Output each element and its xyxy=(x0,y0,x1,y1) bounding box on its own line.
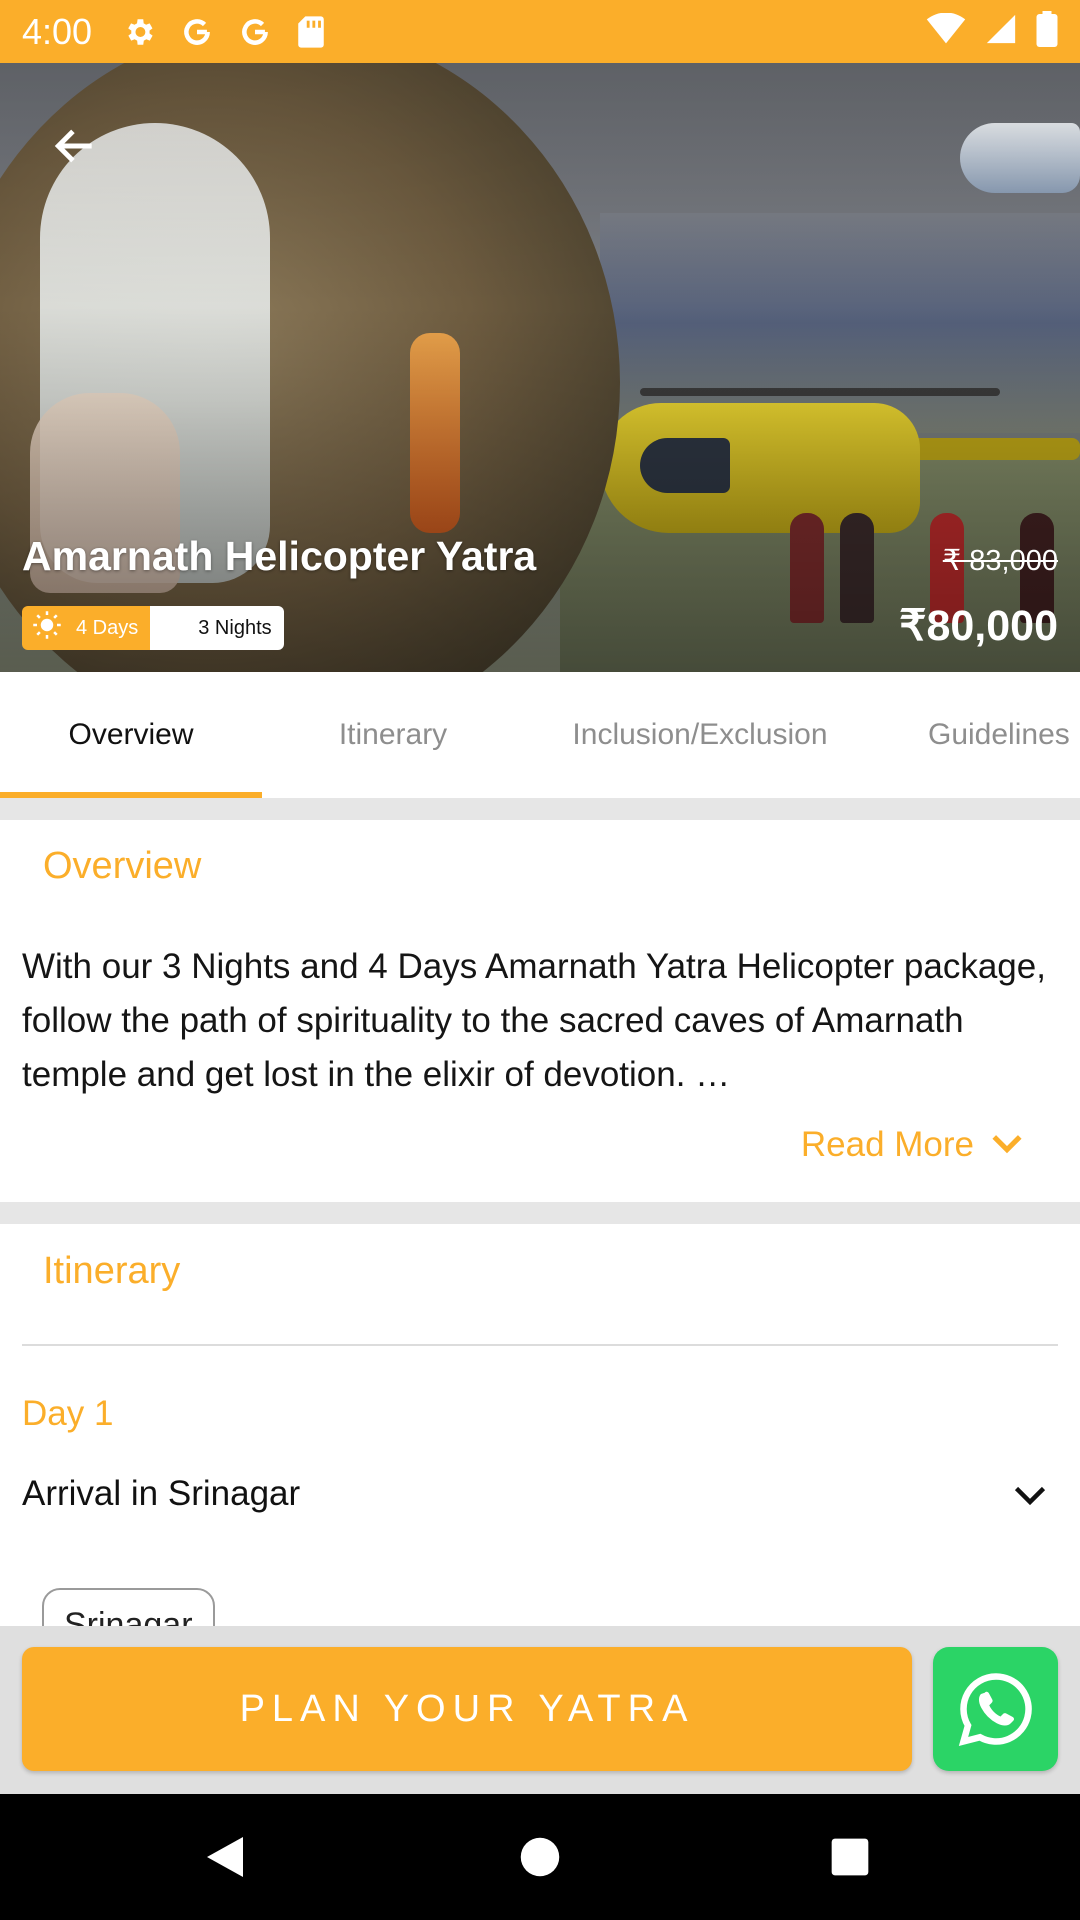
divider xyxy=(22,1344,1058,1346)
itinerary-section: Itinerary Day 1 Arrival in Srinagar Srin… xyxy=(0,1224,1080,1626)
sd-card-icon xyxy=(296,15,326,49)
expand-day-button[interactable] xyxy=(1008,1474,1052,1518)
back-button[interactable] xyxy=(40,111,110,181)
whatsapp-icon xyxy=(958,1673,1032,1747)
duration-badge: 4 Days 3 Nights xyxy=(22,606,284,650)
nav-recents-button[interactable] xyxy=(790,1794,910,1920)
original-price: ₹ 83,000 xyxy=(942,545,1058,577)
arrow-left-icon xyxy=(54,129,92,163)
back-triangle-icon xyxy=(207,1837,243,1877)
overview-description: With our 3 Nights and 4 Days Amarnath Ya… xyxy=(22,947,1046,1094)
chevron-down-icon xyxy=(1014,1486,1046,1506)
section-separator xyxy=(0,798,1080,820)
system-navigation-bar xyxy=(0,1794,1080,1920)
status-bar: 4:00 xyxy=(0,0,1080,63)
overview-section: Overview With our 3 Nights and 4 Days Am… xyxy=(0,820,1080,1202)
package-title: Amarnath Helicopter Yatra xyxy=(22,533,537,579)
itinerary-heading: Itinerary xyxy=(43,1250,181,1292)
nav-back-button[interactable] xyxy=(165,1794,285,1920)
battery-icon xyxy=(1036,11,1058,52)
google-icon xyxy=(180,15,214,49)
google-icon xyxy=(238,15,272,49)
read-more-button[interactable]: Read More xyxy=(801,1125,1024,1165)
nights-badge: 3 Nights xyxy=(150,606,284,650)
sun-icon xyxy=(32,610,62,646)
tab-overview[interactable]: Overview xyxy=(0,672,262,798)
day-title[interactable]: Arrival in Srinagar xyxy=(22,1474,300,1514)
days-badge: 4 Days xyxy=(22,606,151,650)
section-separator xyxy=(0,1202,1080,1224)
hero-overlay xyxy=(0,63,1080,672)
days-label: 4 Days xyxy=(76,616,139,639)
day-label: Day 1 xyxy=(22,1394,114,1433)
home-circle-icon xyxy=(520,1837,560,1877)
bottom-action-bar: PLAN YOUR YATRA xyxy=(0,1626,1080,1794)
overview-heading: Overview xyxy=(43,845,202,887)
whatsapp-button[interactable] xyxy=(933,1647,1058,1771)
recents-square-icon xyxy=(831,1838,869,1876)
read-more-label: Read More xyxy=(800,1125,974,1164)
wifi-icon xyxy=(926,12,966,50)
plan-your-yatra-button[interactable]: PLAN YOUR YATRA xyxy=(22,1647,912,1771)
tab-itinerary[interactable]: Itinerary xyxy=(262,672,524,798)
discounted-price: ₹80,000 xyxy=(899,602,1058,650)
signal-icon xyxy=(984,12,1018,51)
hero-banner: Amarnath Helicopter Yatra 4 Days 3 Night… xyxy=(0,63,1080,672)
chevron-down-icon xyxy=(990,1125,1024,1165)
tab-guidelines[interactable]: Guidelines xyxy=(876,672,1080,798)
nights-label: 3 Nights xyxy=(198,616,272,639)
gear-icon xyxy=(122,15,156,49)
moon-icon xyxy=(162,612,184,644)
nav-home-button[interactable] xyxy=(480,1794,600,1920)
section-tabs: Overview Itinerary Inclusion/Exclusion G… xyxy=(0,672,1080,798)
place-chip: Srinagar xyxy=(42,1588,215,1626)
status-time: 4:00 xyxy=(22,10,93,52)
tab-inclusion-exclusion[interactable]: Inclusion/Exclusion xyxy=(524,672,876,798)
